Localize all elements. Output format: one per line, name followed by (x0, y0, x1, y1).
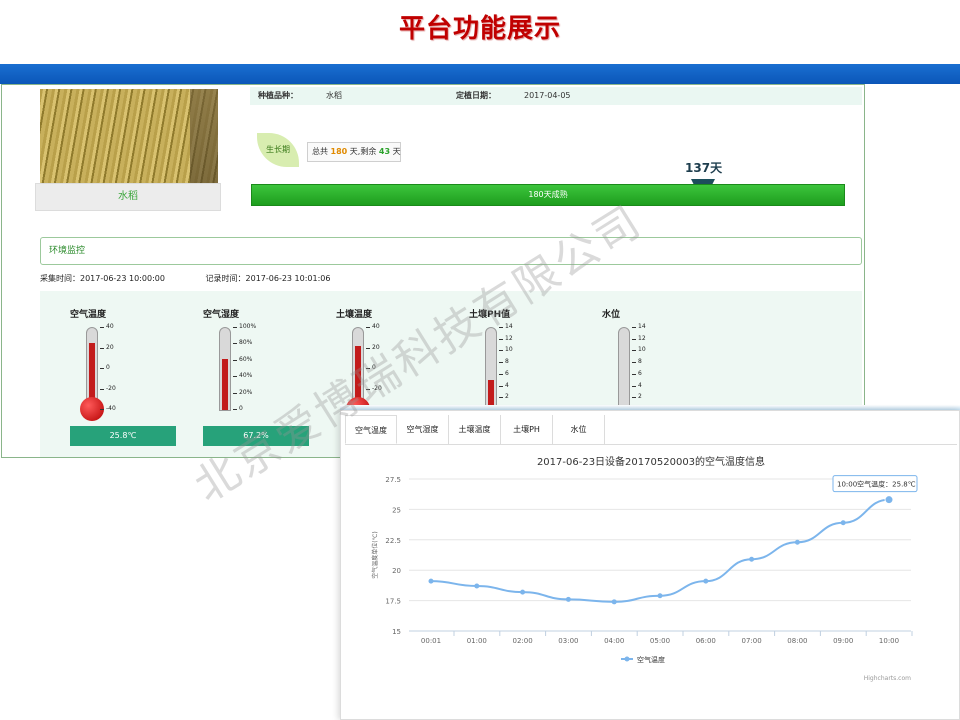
x-tick-label: 06:00 (696, 637, 716, 645)
tab-5[interactable]: 水位 (553, 415, 605, 444)
data-point[interactable] (657, 593, 663, 599)
x-tick-label: 01:00 (467, 637, 487, 645)
legend-item[interactable]: 空气温度 (637, 655, 665, 664)
planting-date-label: 定植日期： (456, 91, 496, 100)
remaining-prefix: 天,剩余 (349, 147, 377, 156)
tab-4[interactable]: 土壤PH (501, 415, 553, 444)
gauge-title: 土壤PH值 (469, 310, 511, 320)
total-prefix: 总共 (312, 147, 328, 156)
gauge-fill (222, 359, 228, 410)
chart-panel: 空气温度 空气湿度 土壤温度 土壤PH 水位 2017-06-23日设备20170520… (340, 410, 960, 720)
growth-progress-bar: 180天成熟 (251, 184, 845, 206)
variety-label: 种植品种： (258, 91, 298, 100)
gauge-scale: 100% 80% 60% 40% 20% 0 (233, 323, 257, 412)
remaining-days: 43 (378, 147, 391, 156)
y-tick-label: 20 (392, 567, 401, 575)
y-tick-label: 22.5 (385, 537, 401, 545)
planting-date-value: 2017-04-05 (524, 91, 571, 100)
tooltip-text: 10:00空气温度：25.8℃ (837, 480, 916, 489)
header-band (0, 64, 960, 84)
env-monitor-header[interactable]: 环境监控 (40, 237, 862, 265)
y-axis-label: 空气温度单位(℃) (371, 531, 379, 578)
gauge-scale: 40200-20-40 (366, 323, 382, 412)
x-tick-label: 08:00 (787, 637, 807, 645)
legend-marker (624, 656, 630, 662)
x-tick-label: 00:01 (421, 637, 441, 645)
days-suffix: 天 (392, 147, 401, 156)
x-tick-label: 02:00 (513, 637, 533, 645)
data-point[interactable] (520, 589, 526, 595)
thermometer-icon (618, 327, 630, 411)
data-point[interactable] (428, 578, 434, 584)
y-tick-label: 25 (392, 506, 401, 514)
gauge-title: 水位 (602, 310, 621, 320)
growth-stage-leaf: 生长期 (257, 133, 299, 167)
growth-days-summary: 总共 180 天,剩余 43 天 (307, 142, 401, 162)
variety-value: 水稻 (326, 91, 342, 100)
temperature-line-chart: 2017-06-23日设备20170520003的空气温度信息 15 17.5 20 2… (371, 455, 918, 682)
gauge-title: 土壤温度 (336, 310, 373, 320)
x-tick-label: 09:00 (833, 637, 853, 645)
collect-time: 采集时间：2017-06-23 10:00:00 (40, 274, 165, 283)
total-days: 180 (330, 147, 348, 156)
time-row: 采集时间：2017-06-23 10:00:00 记录时间：2017-06-23… (40, 273, 368, 284)
y-tick-label: 17.5 (385, 598, 401, 606)
x-tick-label: 05:00 (650, 637, 670, 645)
thermometer-icon (219, 327, 231, 411)
gauge-value: 67.2% (203, 426, 309, 446)
data-point[interactable] (749, 556, 755, 562)
chart-credits[interactable]: Highcharts.com (864, 675, 911, 682)
tab-2[interactable]: 空气湿度 (397, 415, 449, 444)
gauge-value: 25.8℃ (70, 426, 176, 446)
series-line-air-temp (430, 498, 890, 603)
gauge-scale: 14121086420 (632, 323, 646, 412)
crop-info-strip: 种植品种： 水稻 定植日期： 2017-04-05 (250, 87, 862, 105)
x-tick-label: 07:00 (742, 637, 762, 645)
x-tick-label: 03:00 (558, 637, 578, 645)
gauge-1: 空气温度 40 20 0 -20 -40 25.8℃ (40, 291, 176, 457)
chart-title: 2017-06-23日设备20170520003的空气温度信息 (537, 455, 765, 468)
tab-3[interactable]: 土壤温度 (449, 415, 501, 444)
data-point[interactable] (565, 596, 571, 602)
y-tick-label: 15 (392, 628, 401, 636)
x-tick-label: 04:00 (604, 637, 624, 645)
gauge-2: 空气湿度 100% 80% 60% 40% 20% 0 67.2% (173, 291, 309, 457)
gauge-scale: 40200-20-40 (100, 323, 116, 412)
data-point[interactable] (884, 495, 894, 505)
data-point[interactable] (794, 539, 800, 545)
y-tick-label: 27.5 (385, 476, 401, 484)
gauge-title: 空气温度 (70, 310, 107, 320)
chart-tabs: 空气温度 空气湿度 土壤温度 土壤PH 水位 (345, 415, 957, 445)
gauge-scale: 14121086420 (499, 323, 513, 412)
record-time: 记录时间：2017-06-23 10:01:06 (205, 274, 331, 283)
gauge-title: 空气湿度 (203, 310, 240, 320)
rice-photo (40, 89, 218, 183)
crop-name-card[interactable]: 水稻 (35, 183, 221, 211)
data-point[interactable] (474, 583, 480, 589)
data-point[interactable] (611, 599, 617, 605)
thermometer-icon (485, 327, 497, 411)
data-point[interactable] (703, 578, 709, 584)
tab-1[interactable]: 空气温度 (345, 415, 397, 444)
progress-marker-label: 137天 (685, 161, 723, 175)
crop-dashboard-panel: 水稻 种植品种： 水稻 定植日期： 2017-04-05 生长期 总共 180 … (1, 84, 865, 458)
slide-title: 平台功能展示 (398, 14, 561, 44)
data-point[interactable] (840, 520, 846, 526)
x-tick-label: 10:00 (879, 637, 899, 645)
